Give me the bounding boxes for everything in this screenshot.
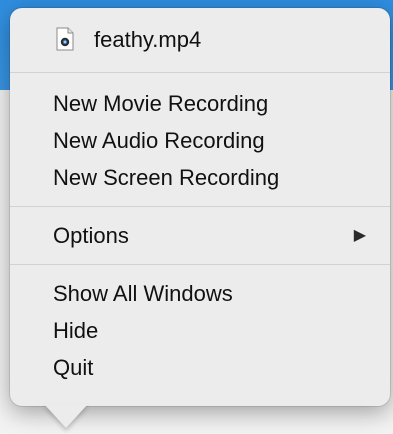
menu-item-label: Hide [53,318,99,343]
menu-item-label: Options [53,223,129,248]
menu-item-recent-file[interactable]: feathy.mp4 [10,20,390,60]
menu-item-label: New Movie Recording [53,91,269,116]
menu-item-quit[interactable]: Quit [10,349,390,386]
menu-section-options: Options ▶ [10,207,390,264]
menu-item-label: New Audio Recording [53,128,265,153]
menu-item-new-audio-recording[interactable]: New Audio Recording [10,122,390,159]
menu-section-windows: Show All Windows Hide Quit [10,265,390,386]
recent-file-label: feathy.mp4 [94,27,202,52]
video-file-icon [56,27,74,51]
menu-pointer-arrow [44,404,88,428]
dock-context-menu: feathy.mp4 New Movie Recording New Audio… [10,8,390,406]
menu-section-file: feathy.mp4 [10,20,390,60]
menu-item-label: Quit [53,355,94,380]
menu-item-options[interactable]: Options ▶ [10,217,390,254]
menu-item-new-screen-recording[interactable]: New Screen Recording [10,159,390,196]
menu-item-new-movie-recording[interactable]: New Movie Recording [10,85,390,122]
menu-section-recording: New Movie Recording New Audio Recording … [10,73,390,206]
submenu-arrow-icon: ▶ [353,227,366,244]
menu-item-show-all-windows[interactable]: Show All Windows [10,275,390,312]
menu-item-hide[interactable]: Hide [10,312,390,349]
menu-item-label: New Screen Recording [53,165,280,190]
menu-item-label: Show All Windows [53,281,233,306]
